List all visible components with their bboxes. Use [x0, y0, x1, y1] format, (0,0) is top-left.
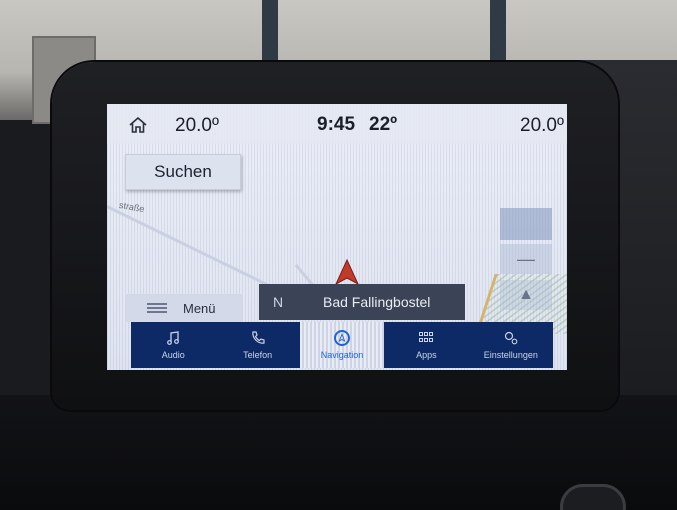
- clock: 9:45: [317, 114, 356, 135]
- nav-telefon[interactable]: Telefon: [215, 322, 299, 368]
- volume-knob: [560, 484, 626, 510]
- nav-label: Einstellungen: [483, 350, 538, 360]
- nav-label: Apps: [416, 350, 437, 360]
- wall-pillar: [262, 0, 278, 70]
- nav-label: Navigation: [320, 350, 364, 360]
- status-bar: 20.0º 9:45 22º 20.0º: [107, 104, 567, 144]
- position-arrow-icon: [335, 259, 359, 285]
- compass-button[interactable]: ▲: [500, 280, 552, 310]
- nav-audio[interactable]: Audio: [131, 322, 215, 368]
- infotainment-screen: straße 20.0º 9:45 22º 20.0º Suchen — ▲ M…: [107, 104, 567, 370]
- heading-indicator: N: [272, 294, 284, 310]
- nav-apps[interactable]: Apps: [384, 322, 468, 368]
- bottom-navigation-bar: Audio Telefon Navigation Apps Einstellun…: [131, 322, 553, 368]
- phone-icon: [251, 331, 265, 344]
- wall-pillar: [490, 0, 506, 70]
- gear-icon: [504, 331, 518, 345]
- nav-einstellungen[interactable]: Einstellungen: [469, 322, 553, 368]
- compass-icon: ▲: [518, 286, 534, 303]
- minus-icon: —: [517, 248, 535, 269]
- menu-label: Menü: [183, 300, 216, 316]
- search-button[interactable]: Suchen: [125, 154, 241, 190]
- passenger-temperature[interactable]: 20.0º: [520, 115, 564, 137]
- menu-button[interactable]: Menü: [125, 294, 243, 322]
- apps-grid-icon: [419, 332, 434, 342]
- zoom-out-button[interactable]: —: [500, 244, 552, 274]
- current-road-banner: N Bad Fallingbostel: [259, 284, 465, 320]
- nav-label: Telefon: [243, 350, 273, 360]
- current-road-name: Bad Fallingbostel: [323, 294, 431, 310]
- nav-navigation[interactable]: Navigation: [299, 322, 385, 368]
- hamburger-icon: [147, 303, 167, 313]
- outside-temperature: 22º: [369, 114, 398, 135]
- navigation-icon: [334, 330, 351, 346]
- nav-label: Audio: [161, 350, 185, 360]
- zoom-in-button[interactable]: [500, 208, 552, 240]
- driver-temperature[interactable]: 20.0º: [175, 115, 219, 137]
- home-icon[interactable]: [129, 117, 147, 133]
- music-note-icon: [167, 331, 180, 345]
